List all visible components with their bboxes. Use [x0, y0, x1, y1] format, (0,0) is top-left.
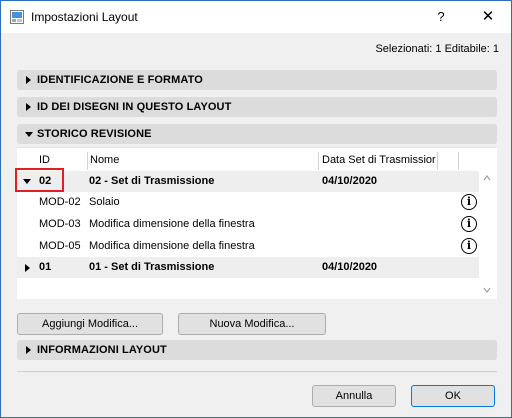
column-header-extra — [439, 152, 459, 170]
section-layout-info[interactable]: INFORMAZIONI LAYOUT — [17, 340, 497, 360]
section-drawing-ids[interactable]: ID DEI DISEGNI IN QUESTO LAYOUT — [17, 97, 497, 117]
row-name: Modifica dimensione della finestra — [89, 218, 255, 230]
table-row[interactable]: MOD-03 Modifica dimensione della finestr… — [17, 214, 479, 235]
row-name: 02 - Set di Trasmissione — [89, 175, 215, 187]
row-name: Modifica dimensione della finestra — [89, 240, 255, 252]
section-identification[interactable]: IDENTIFICAZIONE E FORMATO — [17, 70, 497, 90]
table-scrollbar[interactable] — [480, 169, 494, 297]
table-row-group-02[interactable]: 02 02 - Set di Trasmissione 04/10/2020 — [17, 171, 479, 192]
column-header-date[interactable]: Data Set di Trasmissior — [321, 152, 438, 170]
row-name: Solaio — [89, 196, 120, 208]
section-revision-history[interactable]: STORICO REVISIONE — [17, 124, 497, 144]
close-button[interactable]: ✕ — [475, 7, 501, 27]
selection-info: Selezionati: 1 Editabile: 1 — [375, 43, 499, 55]
row-id: MOD-05 — [39, 240, 81, 252]
row-id: MOD-02 — [39, 196, 81, 208]
table-row-group-01[interactable]: 01 01 - Set di Trasmissione 04/10/2020 — [17, 257, 479, 278]
section-revision-history-label: STORICO REVISIONE — [37, 128, 152, 140]
table-row[interactable]: MOD-05 Modifica dimensione della finestr… — [17, 236, 479, 257]
add-change-button[interactable]: Aggiungi Modifica... — [17, 313, 163, 335]
window-title: Impostazioni Layout — [31, 10, 138, 24]
scroll-down-icon[interactable] — [483, 287, 491, 293]
row-id: MOD-03 — [39, 218, 81, 230]
info-icon[interactable]: i — [461, 238, 477, 254]
row-date: 04/10/2020 — [322, 261, 378, 273]
row-id: 01 — [39, 261, 52, 273]
chevron-right-icon — [26, 346, 31, 354]
chevron-right-icon — [26, 76, 31, 84]
title-bar: Impostazioni Layout ? ✕ — [1, 1, 511, 33]
layout-settings-dialog: Impostazioni Layout ? ✕ Selezionati: 1 E… — [0, 0, 512, 418]
table-row[interactable]: MOD-02 Solaio i — [17, 192, 479, 213]
chevron-right-icon — [26, 103, 31, 111]
cancel-button[interactable]: Annulla — [312, 385, 396, 407]
help-button[interactable]: ? — [433, 9, 449, 24]
row-name: 01 - Set di Trasmissione — [89, 261, 215, 273]
info-icon[interactable]: i — [461, 216, 477, 232]
row-date: 04/10/2020 — [322, 175, 378, 187]
divider — [17, 371, 497, 372]
new-change-button[interactable]: Nuova Modifica... — [178, 313, 326, 335]
layout-settings-icon — [10, 10, 24, 24]
section-layout-info-label: INFORMAZIONI LAYOUT — [37, 344, 167, 356]
chevron-down-icon — [25, 132, 33, 137]
expand-right-icon[interactable] — [23, 263, 31, 273]
highlight-annotation — [15, 168, 64, 192]
ok-button[interactable]: OK — [411, 385, 495, 407]
section-identification-label: IDENTIFICAZIONE E FORMATO — [37, 74, 203, 86]
scroll-up-icon[interactable] — [483, 175, 491, 181]
section-drawing-ids-label: ID DEI DISEGNI IN QUESTO LAYOUT — [37, 101, 232, 113]
info-icon[interactable]: i — [461, 194, 477, 210]
revision-table: ID Nome Data Set di Trasmissior 02 02 - … — [17, 147, 497, 299]
column-header-name[interactable]: Nome — [89, 152, 319, 170]
